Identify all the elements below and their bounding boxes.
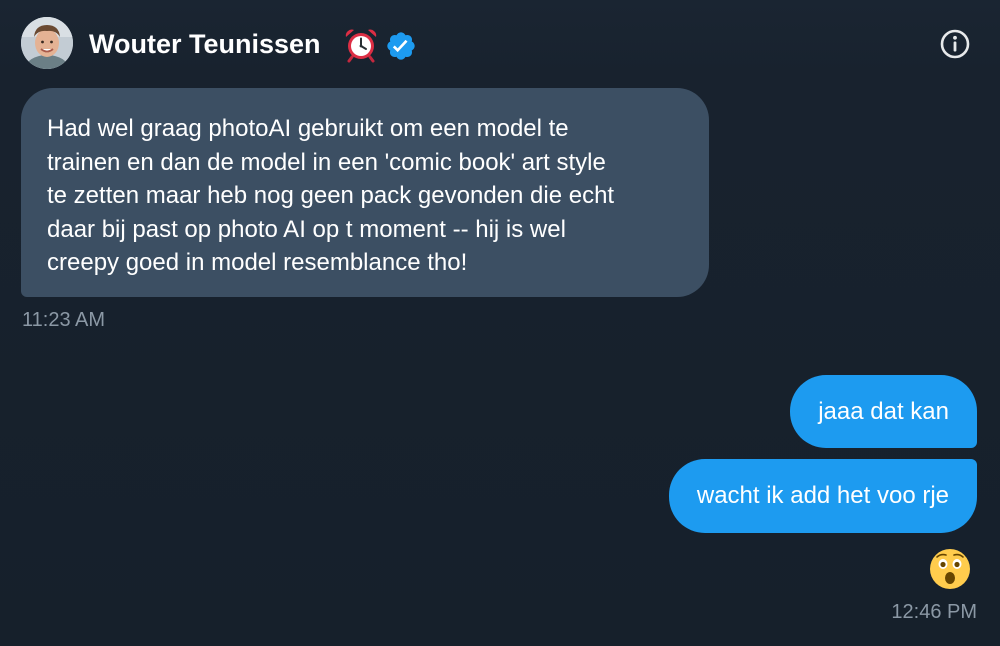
- avatar[interactable]: [21, 17, 73, 69]
- message-line: trainen en dan de model in een 'comic bo…: [47, 148, 606, 176]
- incoming-message-bubble[interactable]: Had wel graag photoAI gebruikt om een mo…: [21, 88, 709, 297]
- astonished-face-reaction-icon[interactable]: [929, 548, 971, 590]
- alarm-clock-icon: [345, 29, 377, 63]
- outgoing-message-timestamp: 12:46 PM: [891, 601, 977, 623]
- message-line: daar bij past op photo AI op t moment --…: [47, 215, 566, 243]
- outgoing-message-bubble[interactable]: wacht ik add het voo rje: [668, 459, 977, 533]
- message-line: creepy goed in model resemblance tho!: [47, 249, 468, 276]
- info-icon[interactable]: [938, 27, 972, 61]
- message-line: Had wel graag photoAI gebruikt om een mo…: [47, 115, 569, 142]
- message-line: te zetten maar heb nog geen pack gevonde…: [47, 182, 615, 209]
- avatar-image: [21, 17, 73, 69]
- contact-name[interactable]: Wouter Teunissen: [89, 27, 321, 61]
- verified-badge-icon[interactable]: [385, 30, 417, 62]
- incoming-message-timestamp: 11:23 AM: [22, 309, 106, 331]
- dm-conversation: Wouter Teunissen Had wel graag photoAI g…: [0, 0, 1000, 646]
- conversation-header: Wouter Teunissen: [0, 0, 1000, 88]
- outgoing-message-bubble[interactable]: jaaa dat kan: [790, 375, 977, 448]
